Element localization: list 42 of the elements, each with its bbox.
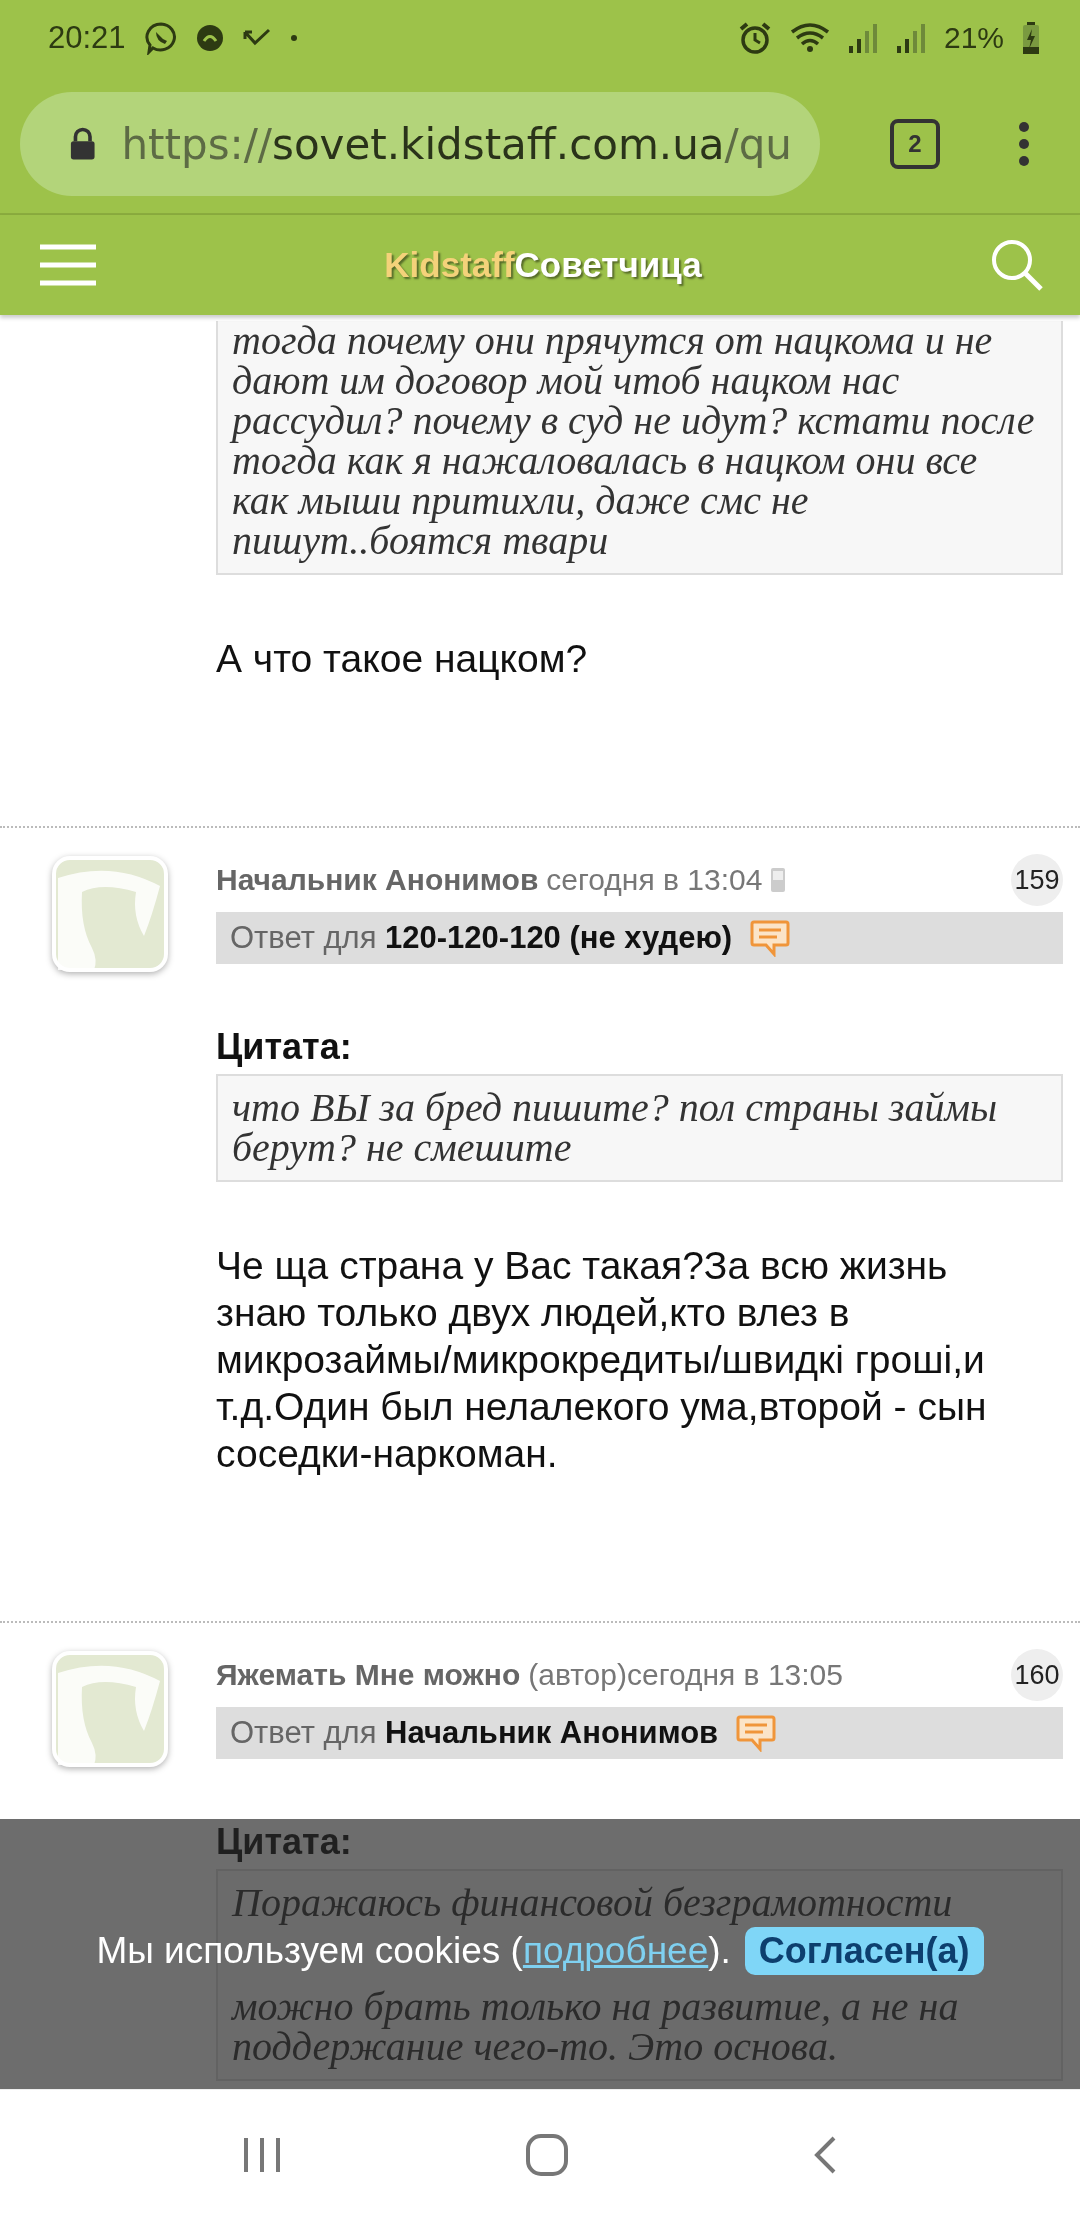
- home-icon[interactable]: [525, 2133, 569, 2177]
- post-text-line: Че ща страна у Вас такая?За всю жизнь: [216, 1243, 949, 1289]
- status-time: 20:21: [48, 19, 126, 56]
- author-name[interactable]: Яжемать Мне можно: [216, 1658, 521, 1692]
- dot-icon: [289, 33, 298, 42]
- quote-label: Цитата:: [216, 1026, 353, 1068]
- quote-line: что ВЫ за бред пишите? пол страны займы: [232, 1088, 999, 1128]
- post-date: сегодня в 13:04: [546, 863, 763, 897]
- quote-line: тогда почему они прячутся от нацкома и не: [232, 321, 994, 361]
- url-text: https://sovet.kidstaff.com.ua/qu: [121, 119, 792, 169]
- post-text-line: знаю только двух людей,кто влез в: [216, 1290, 851, 1336]
- post-text-line: т.д.Один был нелалекого ума,второй - сын: [216, 1384, 988, 1430]
- reply-label: Ответ для Начальник Анонимов: [230, 1715, 719, 1751]
- post-date: сегодня в 13:05: [626, 1658, 843, 1692]
- chat-bubble-icon: [143, 20, 178, 55]
- signal-icon: [895, 21, 926, 54]
- post-text-line: А что такое нацком?: [216, 636, 589, 682]
- details-link[interactable]: подробнее: [522, 1930, 709, 1971]
- quote-line: как мыши притихли, даже смс не: [232, 481, 809, 521]
- author-note: (автор): [528, 1658, 627, 1692]
- recent-apps-icon[interactable]: [241, 2136, 282, 2174]
- post-text-line: соседки-наркоман.: [216, 1431, 559, 1477]
- lock-icon: [70, 126, 96, 162]
- post-text-line: микрозаймы/микрокредиты/швидкі гроші,и: [216, 1337, 986, 1383]
- quote-line: можно брать только на развитие, а не на: [232, 1987, 960, 2027]
- agree-button[interactable]: Согласен(а): [744, 1927, 984, 1975]
- post-number: 160: [1011, 1649, 1063, 1701]
- tab-count-button[interactable]: 2: [890, 119, 940, 169]
- wifi-icon: [789, 21, 830, 54]
- post-number: 159: [1011, 854, 1063, 906]
- quote-line: Поражаюсь финансовой безграмотности: [232, 1883, 954, 1923]
- reply-label: Ответ для 120-120-120 (не худею): [230, 920, 733, 956]
- battery-percent: 21%: [943, 20, 1004, 55]
- battery-charging-icon: [1022, 20, 1040, 55]
- signal-icon: [847, 21, 878, 54]
- quote-label: Цитата:: [216, 1821, 353, 1863]
- alarm-icon: [737, 20, 772, 55]
- circle-icon: [195, 23, 224, 52]
- address-bar[interactable]: https://sovet.kidstaff.com.ua/qu: [20, 92, 820, 196]
- cookie-notice: Мы используем cookies (подробнее).: [96, 1929, 731, 1973]
- more-icon[interactable]: [1018, 121, 1030, 167]
- author-name[interactable]: Начальник Анонимов: [216, 863, 539, 897]
